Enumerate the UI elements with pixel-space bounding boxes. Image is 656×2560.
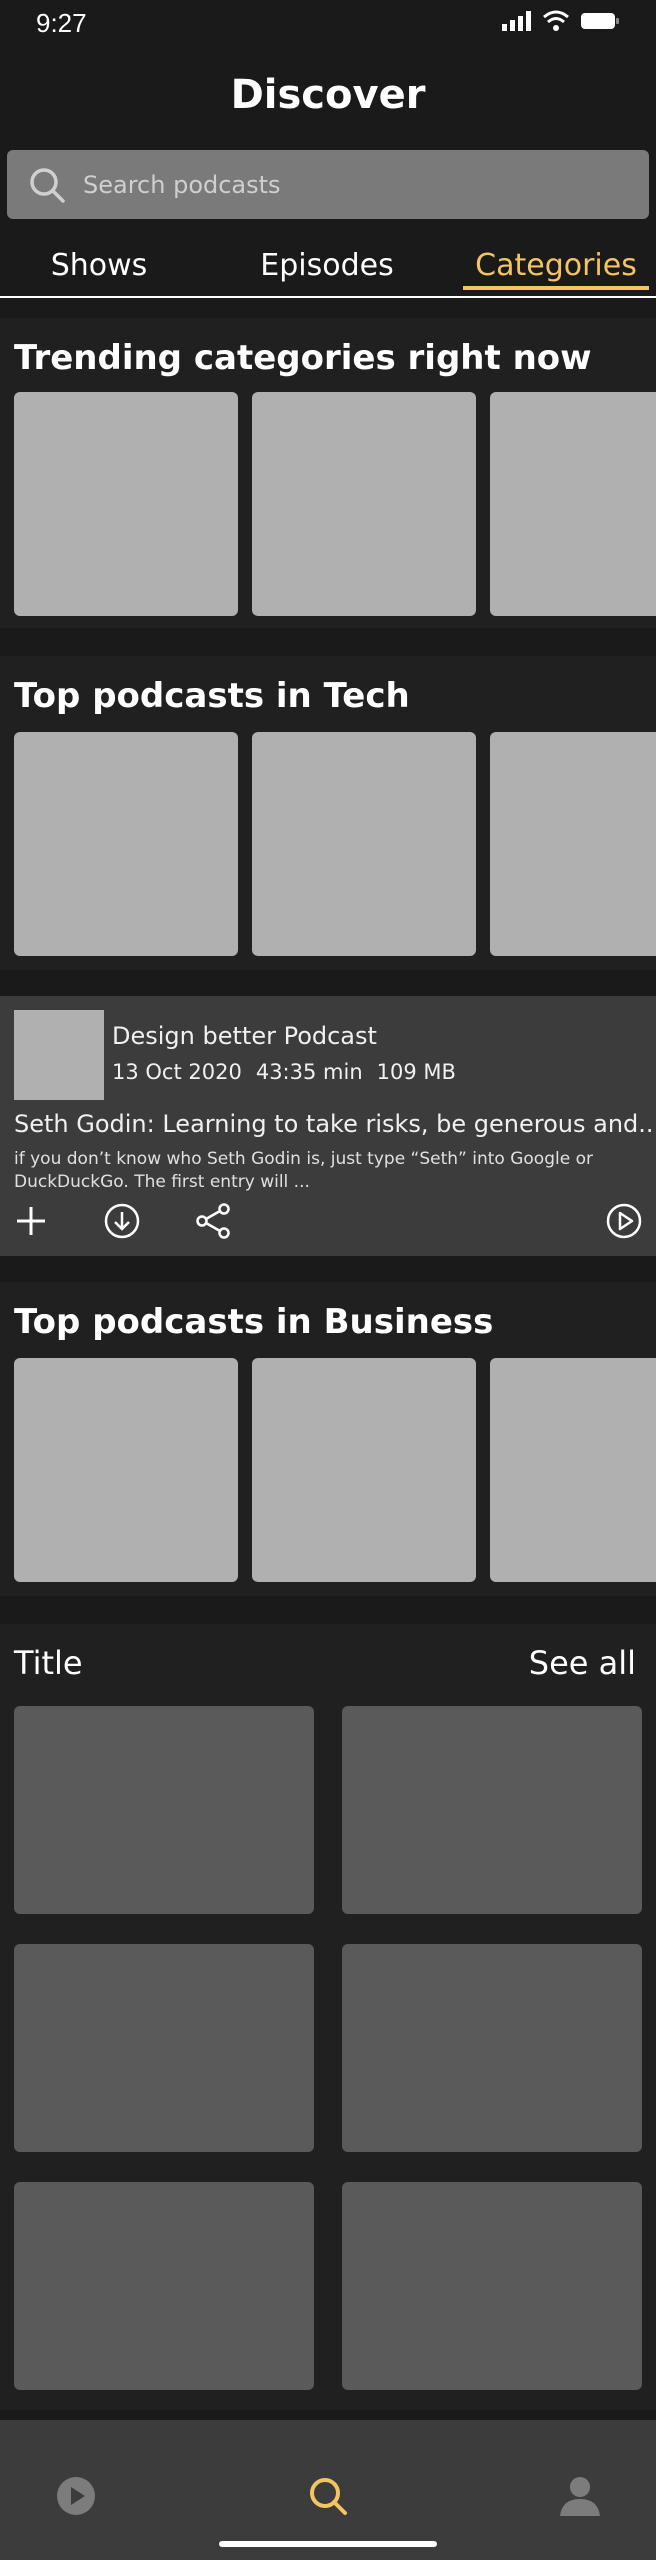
play-icon[interactable] [605, 1202, 643, 1240]
grid-tile[interactable] [342, 1944, 642, 2152]
grid-tile[interactable] [14, 1706, 314, 1914]
tab-shows[interactable]: Shows [42, 248, 156, 283]
search-bar[interactable] [7, 150, 649, 219]
episode-meta: 13 Oct 2020 43:35 min 109 MB [112, 1060, 456, 1084]
tech-section: Top podcasts in Tech [0, 656, 656, 970]
status-time: 9:27 [36, 8, 87, 38]
home-indicator [219, 2541, 437, 2547]
episode-date: 13 Oct 2020 [112, 1060, 242, 1084]
podcast-tile[interactable] [490, 732, 656, 956]
section-title: Top podcasts in Tech [14, 676, 410, 716]
search-input[interactable] [83, 150, 623, 219]
grid-tile[interactable] [14, 2182, 314, 2390]
nav-profile-icon[interactable] [558, 2474, 602, 2518]
grid-title: Title [14, 1644, 83, 1682]
podcast-tile[interactable] [252, 1358, 476, 1582]
podcast-tile[interactable] [252, 732, 476, 956]
episode-size: 109 MB [376, 1060, 456, 1084]
grid-tile[interactable] [342, 1706, 642, 1914]
signal-icon [502, 11, 531, 31]
status-icons [502, 10, 620, 32]
grid-tile[interactable] [14, 1944, 314, 2152]
search-icon [30, 168, 65, 203]
see-all-link[interactable]: See all [529, 1644, 636, 1682]
grid-section: Title See all [0, 1624, 656, 2410]
section-title: Top podcasts in Business [14, 1302, 494, 1342]
episode-title: Seth Godin: Learning to take risks, be g… [14, 1110, 656, 1138]
episode-podcast-name: Design better Podcast [112, 1022, 377, 1050]
active-tab-indicator [463, 286, 649, 290]
battery-icon [581, 13, 619, 29]
download-icon[interactable] [103, 1202, 141, 1240]
business-section: Top podcasts in Business [0, 1282, 656, 1596]
episode-card[interactable]: Design better Podcast 13 Oct 2020 43:35 … [0, 996, 656, 1256]
share-icon[interactable] [194, 1202, 232, 1240]
episode-description: if you don’t know who Seth Godin is, jus… [14, 1149, 593, 1192]
episode-duration: 43:35 min [255, 1060, 363, 1084]
category-tile[interactable] [252, 392, 476, 616]
add-icon[interactable] [12, 1202, 50, 1240]
section-title: Trending categories right now [14, 338, 592, 378]
tab-episodes[interactable]: Episodes [252, 248, 402, 283]
tab-categories[interactable]: Categories [470, 248, 642, 283]
trending-section: Trending categories right now [0, 318, 656, 628]
podcast-tile[interactable] [14, 732, 238, 956]
page-title: Discover [230, 72, 426, 118]
tab-bar: Shows Episodes Categories [0, 240, 656, 298]
podcast-tile[interactable] [14, 1358, 238, 1582]
wifi-icon [543, 10, 569, 31]
podcast-tile[interactable] [490, 1358, 656, 1582]
category-tile[interactable] [14, 392, 238, 616]
category-tile[interactable] [490, 392, 656, 616]
status-bar: 9:27 [0, 0, 656, 44]
bottom-nav [0, 2420, 656, 2560]
episode-thumbnail [14, 1010, 104, 1100]
nav-play-icon[interactable] [54, 2474, 98, 2518]
nav-search-icon[interactable] [306, 2474, 350, 2518]
grid-tile[interactable] [342, 2182, 642, 2390]
